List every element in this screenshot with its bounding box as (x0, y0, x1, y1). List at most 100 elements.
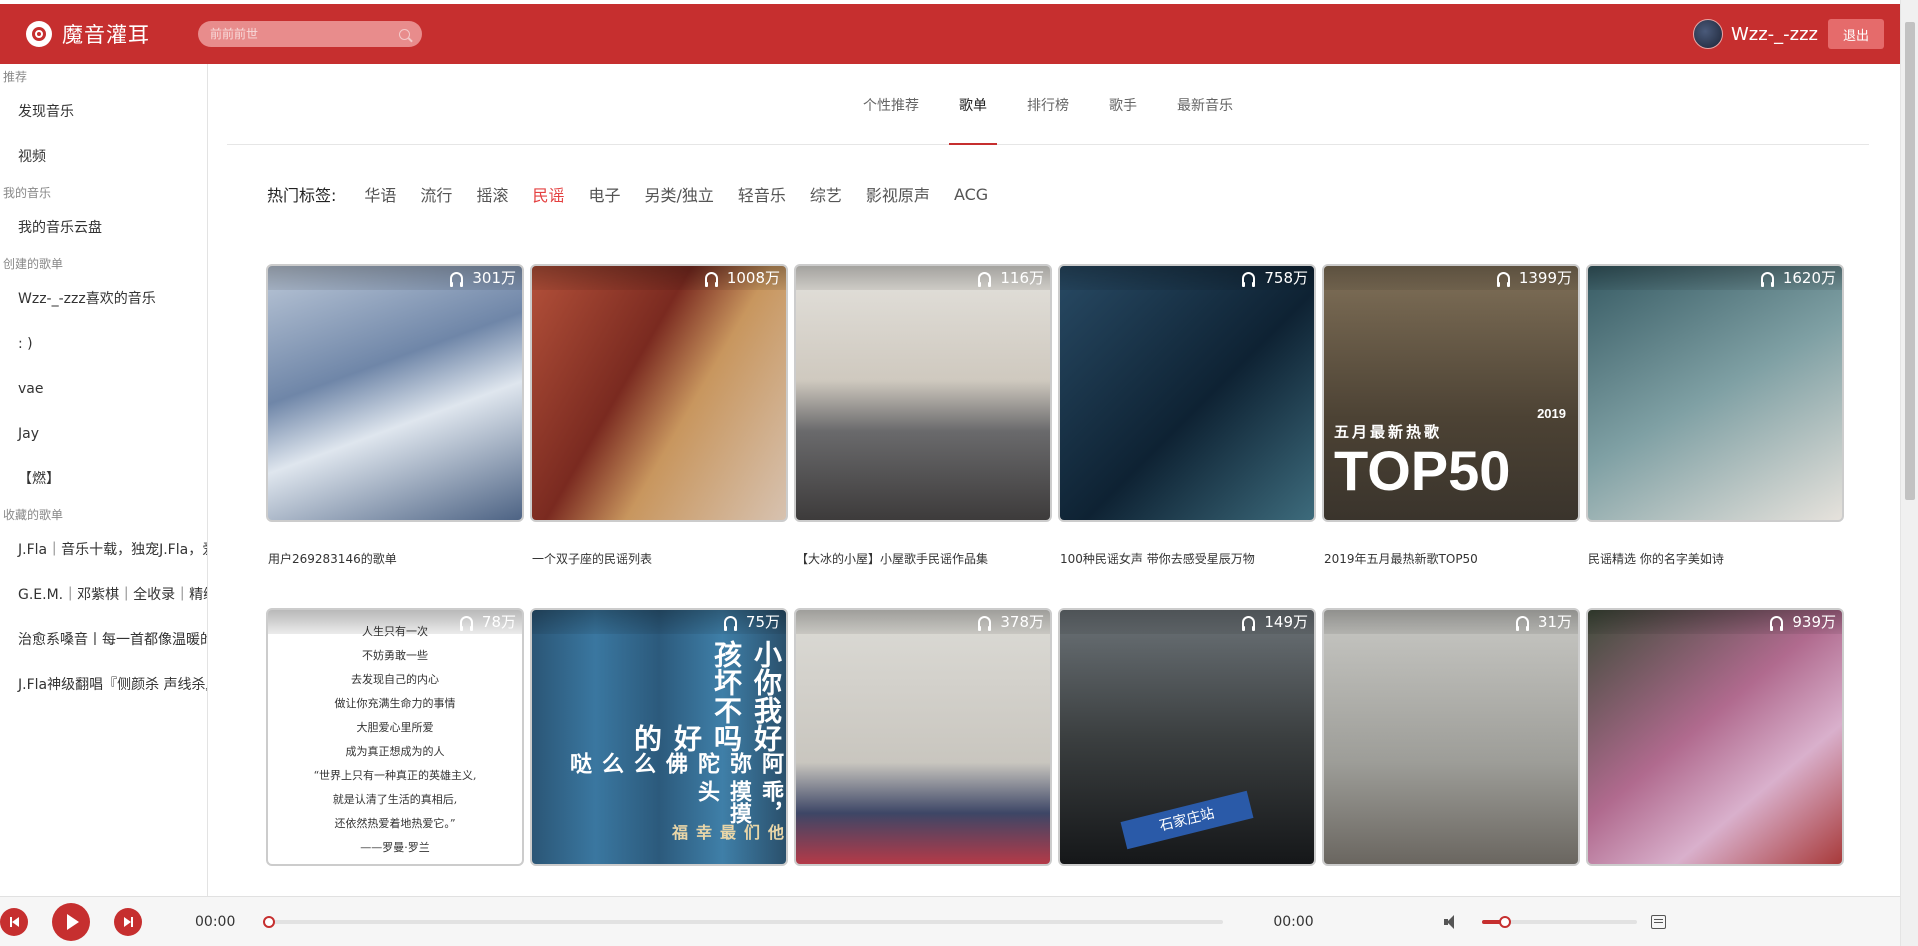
tag-item[interactable]: 另类/独立 (644, 182, 713, 206)
sidebar-item-cloud-disk[interactable]: 我的音乐云盘 (0, 206, 207, 251)
play-button[interactable] (52, 902, 90, 941)
playlist-icon[interactable] (1650, 914, 1666, 929)
logo[interactable]: 魔音灌耳 (26, 19, 150, 49)
play-count: 75万 (532, 610, 786, 634)
playlist-card[interactable]: 758万 100种民谣女声 带你去感受星辰万物 (1058, 264, 1316, 608)
play-count: 758万 (1060, 266, 1314, 290)
playlist-cover[interactable]: 301万 (266, 264, 524, 522)
sidebar-item-collected[interactable]: G.E.M.｜邓紫棋｜全收录｜精编 (0, 573, 207, 618)
player-bar: 00:00 00:00 (0, 896, 1900, 946)
playlist-card[interactable]: 301万 用户269283146的歌单 (266, 264, 524, 608)
playlist-grid: 301万 用户269283146的歌单 1008万 一个双子座的民谣列表 116… (266, 264, 1850, 896)
playlist-card[interactable]: 1399万 五月最新热歌 TOP50 2019 2019年五月最热新歌TOP50 (1322, 264, 1580, 608)
volume-icon[interactable] (1443, 914, 1460, 929)
search-input[interactable] (210, 27, 390, 41)
play-count: 31万 (1324, 610, 1578, 634)
playlist-title[interactable]: 一个双子座的民谣列表 (530, 550, 788, 567)
playlist-title[interactable]: 用户269283146的歌单 (266, 550, 524, 567)
playlist-card[interactable]: 378万 (794, 608, 1052, 896)
tab-playlists[interactable]: 歌单 (949, 64, 997, 145)
tag-item[interactable]: 摇滚 (476, 182, 508, 206)
sidebar-item-playlist[interactable]: Jay (0, 412, 207, 457)
sidebar-item-playlist[interactable]: 【燃】 (0, 457, 207, 502)
tab-recommend[interactable]: 个性推荐 (853, 64, 929, 144)
previous-button[interactable] (0, 907, 28, 936)
playlist-card[interactable]: 1620万 民谣精选 你的名字美如诗 (1586, 264, 1844, 608)
tag-item[interactable]: 影视原声 (866, 182, 930, 206)
playlist-cover[interactable]: 1399万 五月最新热歌 TOP50 2019 (1322, 264, 1580, 522)
playlist-title[interactable]: 民谣精选 你的名字美如诗 (1586, 550, 1844, 567)
headphone-icon (1242, 272, 1256, 287)
sidebar-item-playlist[interactable]: vae (0, 367, 207, 412)
poem-line: 做让你充满生命力的事情 (334, 697, 456, 710)
volume-handle[interactable] (1498, 915, 1511, 928)
sidebar-item-collected[interactable]: 治愈系嗓音丨每一首都像温暖的 (0, 618, 207, 663)
search-box[interactable] (198, 21, 422, 47)
play-count-value: 31万 (1537, 613, 1572, 631)
playlist-card[interactable]: 939万 (1586, 608, 1844, 896)
playlist-card[interactable]: 人生只有一次 不妨勇敢一些 去发现自己的内心 做让你充满生命力的事情 大胆爱心里… (266, 608, 524, 896)
playlist-cover[interactable]: 1008万 (530, 264, 788, 522)
playlist-title[interactable]: 【大冰的小屋】小屋歌手民谣作品集 (794, 550, 1052, 567)
tab-charts[interactable]: 排行榜 (1017, 64, 1079, 144)
avatar[interactable] (1692, 19, 1723, 49)
username[interactable]: Wzz-_-zzz (1731, 24, 1818, 45)
scrollbar[interactable] (1900, 0, 1918, 946)
play-count: 1399万 (1324, 266, 1578, 290)
play-icon (66, 913, 79, 930)
playlist-card[interactable]: 1008万 一个双子座的民谣列表 (530, 264, 788, 608)
tab-new-music[interactable]: 最新音乐 (1167, 64, 1243, 144)
playlist-title[interactable]: 100种民谣女声 带你去感受星辰万物 (1058, 550, 1316, 567)
next-button[interactable] (114, 907, 142, 936)
sidebar-item-collected[interactable]: J.Fla神级翻唱『侧颜杀 声线杀』 (0, 663, 207, 708)
playlist-cover[interactable]: 939万 (1586, 608, 1844, 866)
tag-item-active[interactable]: 民谣 (532, 182, 564, 206)
tag-item[interactable]: ACG (954, 185, 988, 204)
headphone-icon (723, 616, 737, 631)
playlist-card[interactable]: 116万 【大冰的小屋】小屋歌手民谣作品集 (794, 264, 1052, 608)
playlist-card[interactable]: 小孩 你坏 我不 好吗好的 阿弥陀佛么么哒 乖，摸摸头 他们最幸福 75万 (530, 608, 788, 896)
volume-slider[interactable] (1481, 915, 1637, 928)
tab-artists[interactable]: 歌手 (1099, 64, 1147, 144)
playlist-cover[interactable]: 116万 (794, 264, 1052, 522)
play-count-value: 378万 (1000, 613, 1044, 631)
book-spine-text: 你坏 (710, 668, 783, 696)
play-count: 1008万 (532, 266, 786, 290)
playlist-cover[interactable]: 石家庄站 149万 (1058, 608, 1316, 866)
logout-button[interactable]: 退出 (1828, 19, 1884, 49)
sidebar-item-collected[interactable]: J.Fla｜音乐十载，独宠J.Fla，爱 (0, 528, 207, 573)
tag-item[interactable]: 流行 (420, 182, 452, 206)
book-spine-text: 乖，摸摸头 (694, 780, 783, 824)
playlist-cover[interactable]: 小孩 你坏 我不 好吗好的 阿弥陀佛么么哒 乖，摸摸头 他们最幸福 75万 (530, 608, 788, 866)
progress-handle[interactable] (263, 915, 276, 928)
playlist-cover[interactable]: 人生只有一次 不妨勇敢一些 去发现自己的内心 做让你充满生命力的事情 大胆爱心里… (266, 608, 524, 866)
sidebar-item-video[interactable]: 视频 (0, 135, 207, 180)
sidebar-group-label: 收藏的歌单 (3, 508, 64, 522)
play-count-value: 78万 (481, 613, 516, 631)
tag-item[interactable]: 电子 (588, 182, 620, 206)
playlist-title[interactable]: 2019年五月最热新歌TOP50 (1322, 550, 1580, 567)
sidebar-item-discover[interactable]: 发现音乐 (0, 90, 207, 135)
playlist-cover[interactable]: 378万 (794, 608, 1052, 866)
tag-item[interactable]: 综艺 (810, 182, 842, 206)
book-spine-text: 小孩 (710, 640, 783, 668)
play-count-value: 1008万 (726, 269, 780, 287)
play-count-value: 1399万 (1518, 269, 1572, 287)
hot-tags-label: 热门标签: (267, 186, 337, 205)
playlist-cover[interactable]: 1620万 (1586, 264, 1844, 522)
poem-line: 不妨勇敢一些 (362, 649, 428, 662)
scrollbar-thumb[interactable] (1905, 22, 1915, 500)
playlist-card[interactable]: 石家庄站 149万 (1058, 608, 1316, 896)
tag-item[interactable]: 轻音乐 (738, 182, 786, 206)
progress-slider[interactable] (263, 915, 1224, 928)
tag-item[interactable]: 华语 (364, 182, 396, 206)
playlist-cover[interactable]: 758万 (1058, 264, 1316, 522)
playlist-cover[interactable]: 31万 (1322, 608, 1580, 866)
play-count-value: 1620万 (1782, 269, 1836, 287)
play-count: 378万 (796, 610, 1050, 634)
search-icon[interactable] (399, 28, 410, 40)
logo-icon (26, 21, 52, 47)
sidebar-item-playlist[interactable]: Wzz-_-zzz喜欢的音乐 (0, 277, 207, 322)
playlist-card[interactable]: 31万 (1322, 608, 1580, 896)
sidebar-item-playlist[interactable]: : ) (0, 322, 207, 367)
